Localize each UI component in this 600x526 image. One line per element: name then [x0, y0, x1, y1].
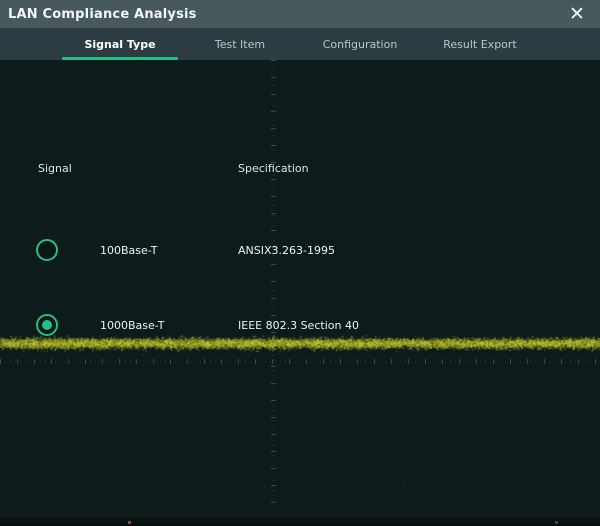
bottom-tick-red	[128, 521, 131, 524]
dialog-body: Signal Specification 100Base-T ANSIX3.26…	[0, 60, 600, 518]
tab-label: Test Item	[215, 38, 265, 51]
signal-label: 100Base-T	[100, 244, 157, 257]
signal-row-100base-t[interactable]: 100Base-T ANSIX3.263-1995	[0, 235, 600, 265]
tab-signal-type[interactable]: Signal Type	[60, 28, 180, 60]
signal-row-1000base-t[interactable]: 1000Base-T IEEE 802.3 Section 40	[0, 310, 600, 340]
tab-label: Configuration	[323, 38, 398, 51]
bottom-strip	[0, 518, 600, 526]
dialog-title: LAN Compliance Analysis	[8, 7, 197, 22]
graticule-vline	[533, 60, 534, 510]
specification-label: ANSIX3.263-1995	[238, 244, 335, 257]
signal-label: 1000Base-T	[100, 319, 164, 332]
tab-configuration[interactable]: Configuration	[300, 28, 420, 60]
graticule-hline	[0, 110, 600, 111]
tab-label: Result Export	[443, 38, 517, 51]
graticule-center-hticks	[0, 359, 600, 364]
close-icon[interactable]: ✕	[564, 1, 590, 27]
specification-label: IEEE 802.3 Section 40	[238, 319, 359, 332]
graticule-hline	[0, 486, 600, 487]
tab-result-export[interactable]: Result Export	[420, 28, 540, 60]
column-header-signal: Signal	[38, 162, 72, 175]
radio-dot	[42, 320, 52, 330]
title-bar: LAN Compliance Analysis ✕	[0, 0, 600, 28]
tab-label: Signal Type	[84, 38, 155, 51]
tab-test-item[interactable]: Test Item	[180, 28, 300, 60]
graticule-vline	[403, 60, 404, 510]
bottom-tick-gray	[555, 521, 558, 524]
graticule-vline	[13, 60, 14, 510]
column-header-specification: Specification	[238, 162, 309, 175]
graticule-center-vticks	[271, 60, 276, 510]
tab-bar: Signal Type Test Item Configuration Resu…	[0, 28, 600, 60]
radio-100base-t[interactable]	[36, 239, 58, 261]
radio-1000base-t[interactable]	[36, 314, 58, 336]
graticule-vline	[143, 60, 144, 510]
lan-compliance-dialog: LAN Compliance Analysis ✕ Signal Type Te…	[0, 0, 600, 526]
